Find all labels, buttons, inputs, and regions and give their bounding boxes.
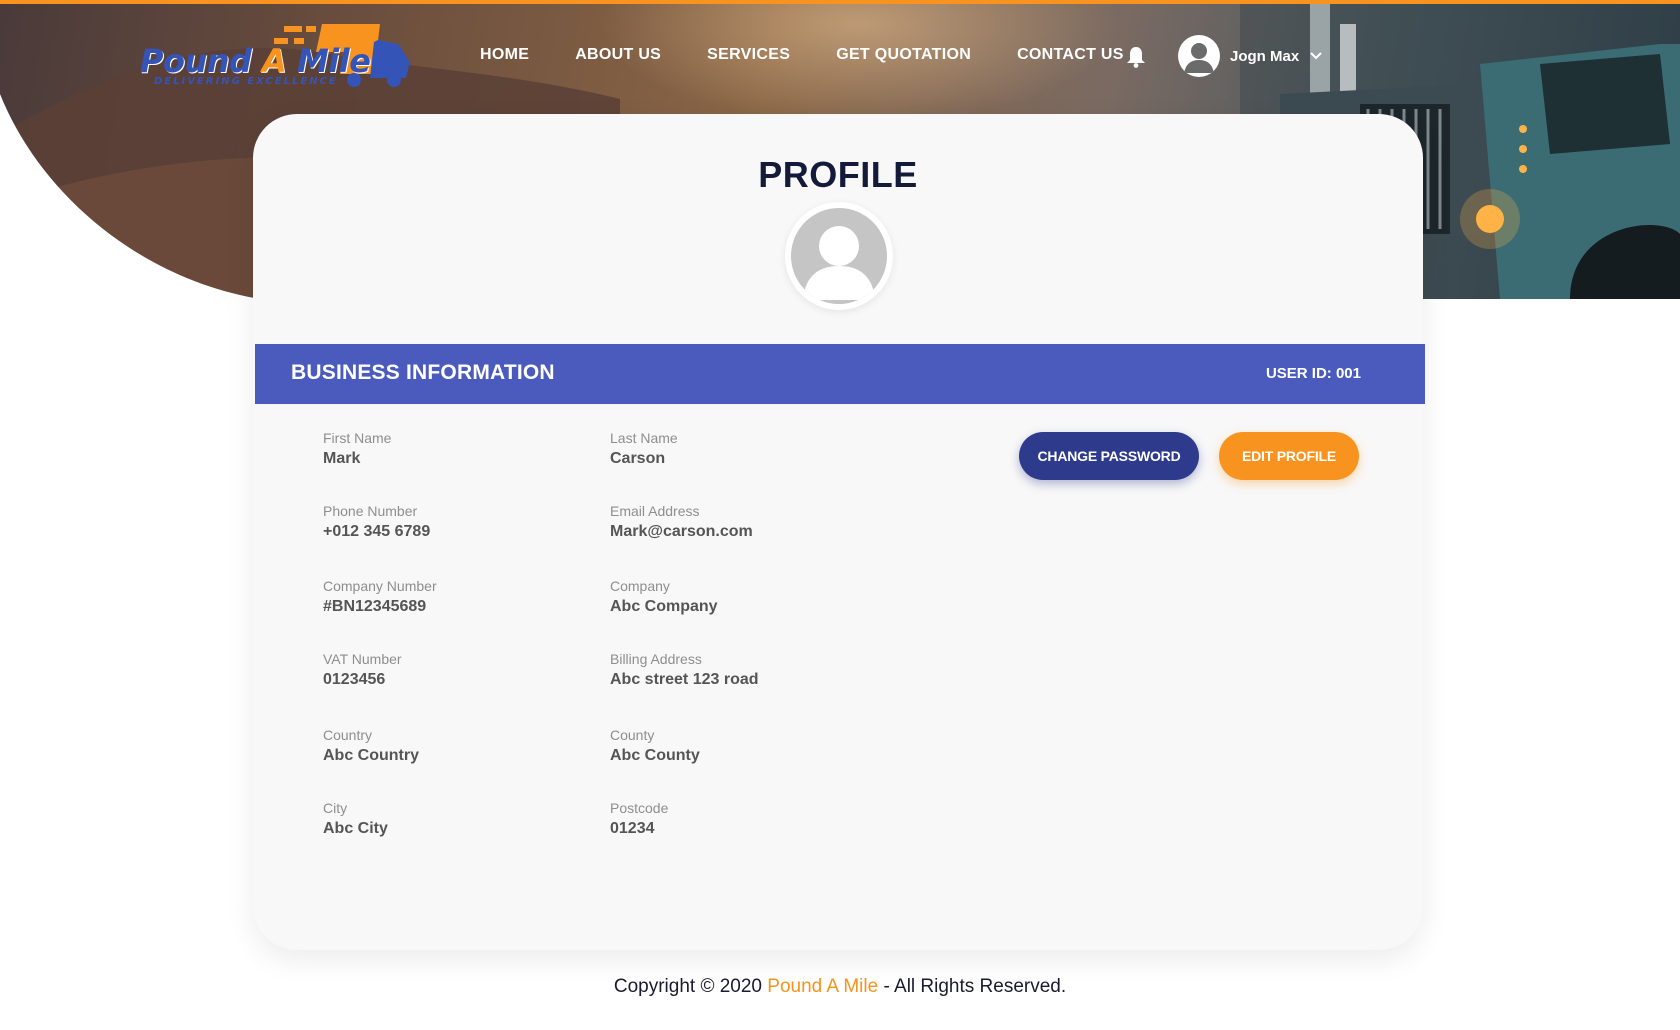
field-label: City <box>323 800 348 816</box>
logo-wordmark: Pound A Mile <box>140 42 371 80</box>
field-value: 0123456 <box>323 671 386 688</box>
main-menu: HOME ABOUT US SERVICES GET QUOTATION CON… <box>480 46 1124 64</box>
field-phone-number: Phone Number +012 345 6789 <box>323 503 583 541</box>
field-label: County <box>610 727 655 743</box>
edit-profile-button[interactable]: EDIT PROFILE <box>1219 432 1359 480</box>
field-value: Mark@carson.com <box>610 523 753 540</box>
page-title: PROFILE <box>758 154 918 195</box>
field-label: VAT Number <box>323 651 402 667</box>
nav-services[interactable]: SERVICES <box>707 46 790 64</box>
field-label: Billing Address <box>610 651 702 667</box>
bell-icon[interactable] <box>1126 46 1146 73</box>
user-menu[interactable]: Jogn Max <box>1178 35 1323 77</box>
profile-avatar[interactable] <box>785 202 893 310</box>
nav-contact-us[interactable]: CONTACT US <box>1017 46 1124 64</box>
field-company-number: Company Number #BN12345689 <box>323 578 583 616</box>
nav-home[interactable]: HOME <box>480 46 529 64</box>
field-value: Abc street 123 road <box>610 671 759 688</box>
user-avatar-icon <box>1178 35 1220 77</box>
section-header: BUSINESS INFORMATION USER ID: 001 <box>255 344 1425 404</box>
chevron-down-icon <box>1310 52 1322 60</box>
field-value: #BN12345689 <box>323 598 427 615</box>
footer-copyright: Copyright © 2020 Pound A Mile - All Righ… <box>0 976 1680 998</box>
field-label: Company Number <box>323 578 437 594</box>
field-label: Company <box>610 578 670 594</box>
field-value: Abc County <box>610 747 700 764</box>
user-id-label: USER ID: 001 <box>1265 365 1361 382</box>
field-value: +012 345 6789 <box>323 523 431 540</box>
field-label: Email Address <box>610 503 700 519</box>
footer-suffix: - All Rights Reserved. <box>883 976 1067 997</box>
field-billing-address: Billing Address Abc street 123 road <box>610 651 870 689</box>
field-company: Company Abc Company <box>610 578 870 616</box>
field-first-name: First Name Mark <box>323 430 583 468</box>
profile-avatar-icon <box>791 208 887 304</box>
brand-logo[interactable]: Pound A Mile DELIVERING EXCELLENCE <box>140 22 420 92</box>
field-label: Last Name <box>610 430 678 446</box>
top-navigation: Pound A Mile DELIVERING EXCELLENCE HOME … <box>0 4 1680 108</box>
field-value: 01234 <box>610 820 655 837</box>
field-postcode: Postcode 01234 <box>610 800 870 838</box>
field-label: Country <box>323 727 373 743</box>
user-name: Jogn Max <box>1230 47 1300 65</box>
field-value: Carson <box>610 450 666 467</box>
footer-brand-link[interactable]: Pound A Mile <box>767 976 878 997</box>
section-title: BUSINESS INFORMATION <box>291 361 555 384</box>
field-value: Abc City <box>323 820 388 837</box>
profile-card: PROFILE BUSINESS INFORMATION USER ID: 00… <box>253 114 1425 950</box>
field-label: First Name <box>323 430 392 446</box>
nav-get-quotation[interactable]: GET QUOTATION <box>836 46 971 64</box>
field-label: Phone Number <box>323 503 418 519</box>
field-email-address: Email Address Mark@carson.com <box>610 503 870 541</box>
field-country: Country Abc Country <box>323 727 583 765</box>
field-value: Abc Country <box>323 747 419 764</box>
field-city: City Abc City <box>323 800 583 838</box>
field-county: County Abc County <box>610 727 870 765</box>
top-accent-line <box>0 0 1680 4</box>
field-vat-number: VAT Number 0123456 <box>323 651 583 689</box>
logo-tagline: DELIVERING EXCELLENCE <box>154 76 338 87</box>
change-password-button[interactable]: CHANGE PASSWORD <box>1019 432 1199 480</box>
field-value: Mark <box>323 450 361 467</box>
nav-about-us[interactable]: ABOUT US <box>575 46 661 64</box>
field-last-name: Last Name Carson <box>610 430 870 468</box>
field-value: Abc Company <box>610 598 718 615</box>
footer-prefix: Copyright © 2020 <box>613 976 762 997</box>
field-label: Postcode <box>610 800 669 816</box>
